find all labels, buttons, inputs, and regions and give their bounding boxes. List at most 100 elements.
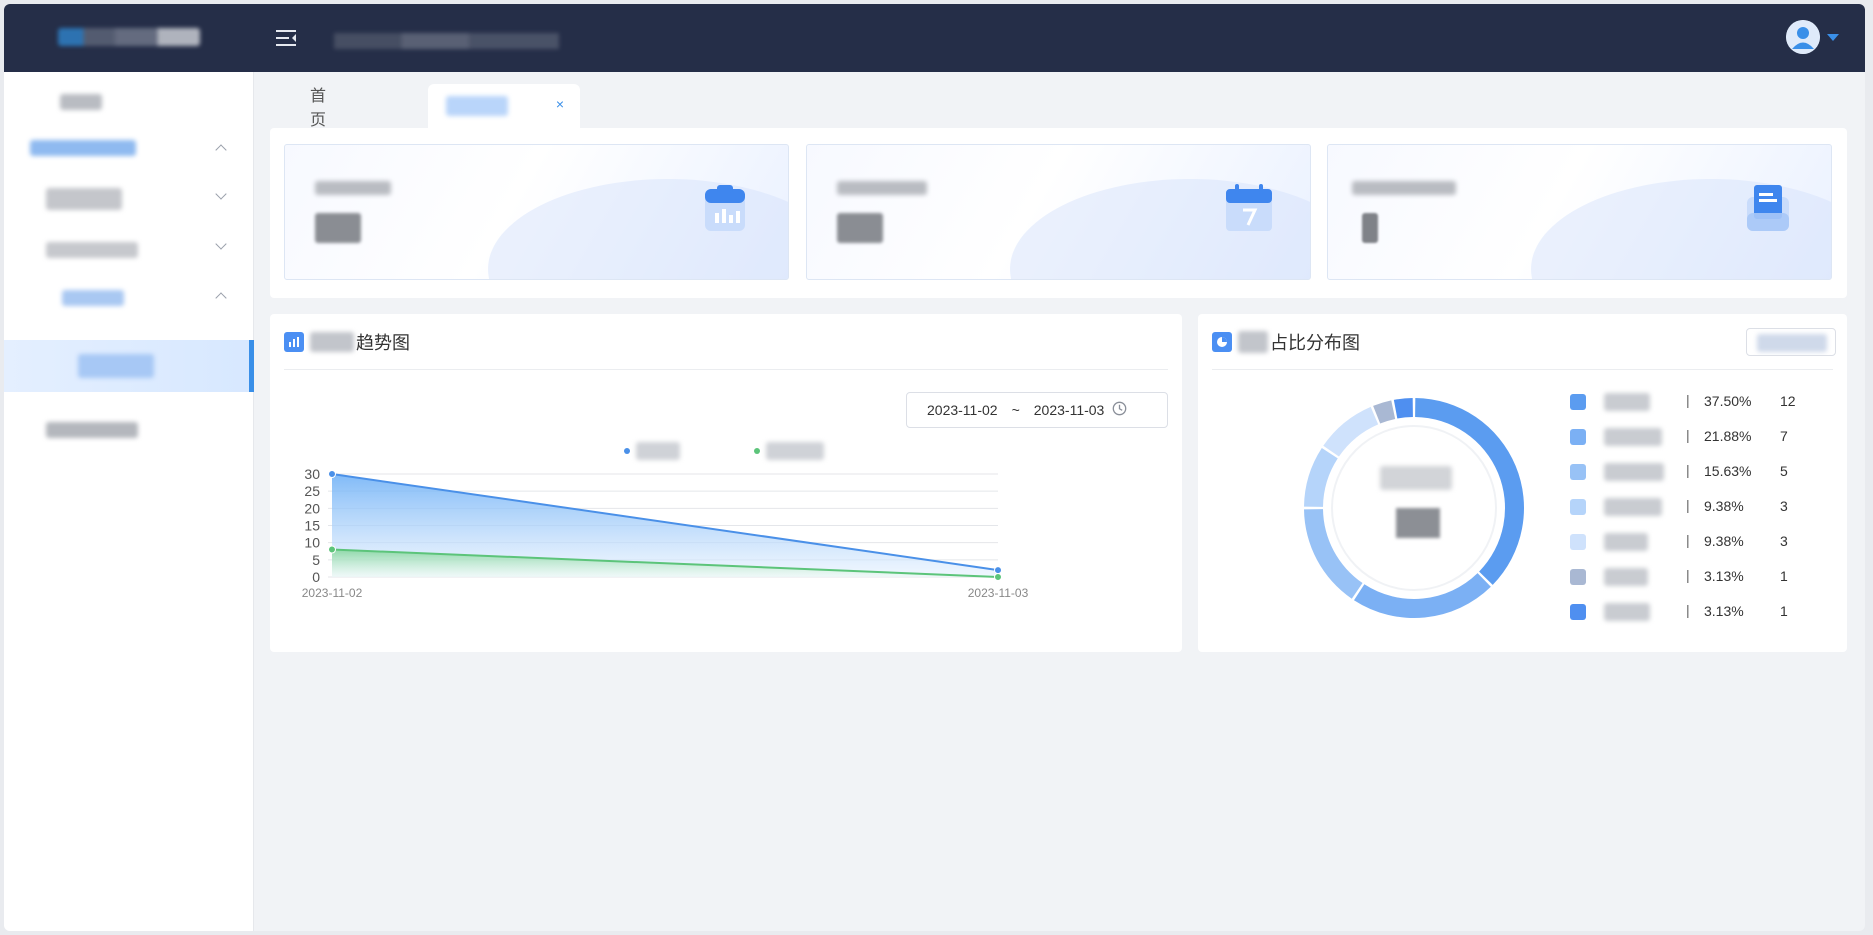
chevron-up-icon (215, 144, 227, 156)
data-point[interactable] (328, 470, 336, 478)
legend-count: 1 (1780, 568, 1788, 584)
legend-percent: 37.50% (1704, 393, 1752, 409)
legend-separator: | (1686, 532, 1690, 548)
legend-count: 1 (1780, 603, 1788, 619)
legend-count: 3 (1780, 533, 1788, 549)
stat-label (315, 181, 391, 195)
sidebar-item-sub-1[interactable] (4, 182, 254, 212)
x-tick-label: 2023-11-02 (302, 586, 363, 600)
legend-count: 3 (1780, 498, 1788, 514)
y-tick-label: 25 (304, 483, 320, 499)
data-point[interactable] (328, 545, 336, 554)
legend-percent: 3.13% (1704, 603, 1744, 619)
tab-home[interactable]: 首页 (294, 84, 342, 129)
legend-percent: 9.38% (1704, 498, 1744, 514)
legend-count: 7 (1780, 428, 1788, 444)
sidebar-item-sub-3[interactable] (4, 282, 254, 312)
sidebar-item-other[interactable] (4, 414, 254, 444)
stat-value (315, 213, 361, 243)
legend-separator: | (1686, 497, 1690, 513)
donut-slice[interactable] (1373, 400, 1396, 424)
x-tick-label: 2023-11-03 (968, 586, 1029, 600)
legend-item[interactable]: | 3.13% 1 (1570, 602, 1865, 622)
sidebar-item-active[interactable] (4, 340, 254, 392)
trend-chart: 051015 202530 2023-11-02 2023-11-03 (302, 442, 1029, 600)
data-point[interactable] (994, 566, 1002, 575)
data-point[interactable] (994, 573, 1002, 581)
donut-center-label (1380, 466, 1452, 490)
legend-item[interactable]: | 9.38% 3 (1570, 532, 1865, 552)
sidebar-item-group-1[interactable] (4, 132, 254, 162)
legend-name (1604, 428, 1662, 446)
legend-name (1604, 533, 1648, 551)
user-avatar-icon[interactable] (1786, 20, 1820, 54)
y-tick-label: 10 (304, 535, 320, 551)
legend-separator: | (1686, 462, 1690, 478)
legend-item[interactable]: | 9.38% 3 (1570, 497, 1865, 517)
stat-label (837, 181, 927, 195)
legend-swatch (1570, 569, 1586, 585)
distribution-panel: 占比分布图 | 37.50% 12 | 21.88% 7 | 15.63% 5 | 9.38% 3 | 9… (1198, 314, 1847, 652)
stat-value (837, 213, 883, 243)
sidebar-item-home[interactable] (4, 86, 254, 116)
legend-separator: | (1686, 602, 1690, 618)
chart-legend (624, 442, 824, 460)
legend-swatch (1570, 499, 1586, 515)
calendar-icon (1224, 183, 1272, 233)
chevron-up-icon (215, 292, 227, 304)
main-content: 首页 × 趋势图 2023-11-02 ~ 2023-11-03 0 5 10 … (254, 72, 1865, 931)
chevron-down-icon (215, 188, 227, 200)
legend-item[interactable]: | 3.13% 1 (1570, 567, 1865, 587)
document-icon (1745, 183, 1791, 233)
stat-card-3 (1327, 144, 1832, 280)
legend-separator: | (1686, 392, 1690, 408)
legend-name (1604, 393, 1650, 411)
legend-swatch (1570, 394, 1586, 410)
menu-fold-icon[interactable] (274, 26, 300, 50)
legend-separator: | (1686, 427, 1690, 443)
sidebar (4, 72, 254, 931)
legend-percent: 21.88% (1704, 428, 1752, 444)
legend-percent: 3.13% (1704, 568, 1744, 584)
app-window: 首页 × 趋势图 2023-11-02 ~ 2023-11-03 0 5 10 … (4, 4, 1865, 931)
legend-item[interactable]: | 15.63% 5 (1570, 462, 1865, 482)
legend-percent: 9.38% (1704, 533, 1744, 549)
stat-card-1 (284, 144, 789, 280)
stat-value (1362, 213, 1378, 243)
legend-count: 5 (1780, 463, 1788, 479)
donut-slice[interactable] (1393, 398, 1413, 419)
legend-percent: 15.63% (1704, 463, 1752, 479)
y-tick-label: 20 (304, 500, 320, 516)
stat-card-2 (806, 144, 1311, 280)
tab-label (446, 96, 508, 116)
legend-swatch (1570, 604, 1586, 620)
chevron-down-icon (215, 238, 227, 250)
tab-label: 首页 (310, 88, 327, 129)
y-tick-label: 0 (312, 569, 320, 585)
legend-item[interactable]: | 21.88% 7 (1570, 427, 1865, 447)
donut-center-value (1396, 508, 1440, 538)
sidebar-item-sub-2[interactable] (4, 232, 254, 262)
legend-swatch (1570, 464, 1586, 480)
legend-separator: | (1686, 567, 1690, 583)
y-tick-label: 15 (304, 518, 320, 534)
legend-swatch (1570, 534, 1586, 550)
legend-count: 12 (1780, 393, 1796, 409)
system-title (334, 33, 559, 49)
distribution-legend: | 37.50% 12 | 21.88% 7 | 15.63% 5 | 9.38% 3 | 9.38% 3 |… (1570, 392, 1840, 642)
legend-name (1604, 463, 1664, 481)
y-tick-label: 5 (312, 552, 320, 568)
legend-swatch (1570, 429, 1586, 445)
stat-label (1352, 181, 1456, 195)
legend-name (1604, 498, 1662, 516)
legend-name (1604, 603, 1650, 621)
y-tick-label: 30 (304, 466, 320, 482)
trend-chart-panel: 趋势图 2023-11-02 ~ 2023-11-03 0 5 10 15 20… (270, 314, 1182, 652)
legend-item[interactable]: | 37.50% 12 (1570, 392, 1865, 412)
close-icon[interactable]: × (556, 96, 564, 112)
chevron-down-icon[interactable] (1827, 34, 1839, 41)
app-logo (58, 28, 200, 46)
stats-panel (270, 128, 1847, 298)
clipboard-chart-icon (702, 183, 748, 233)
tab-current[interactable]: × (428, 84, 580, 128)
